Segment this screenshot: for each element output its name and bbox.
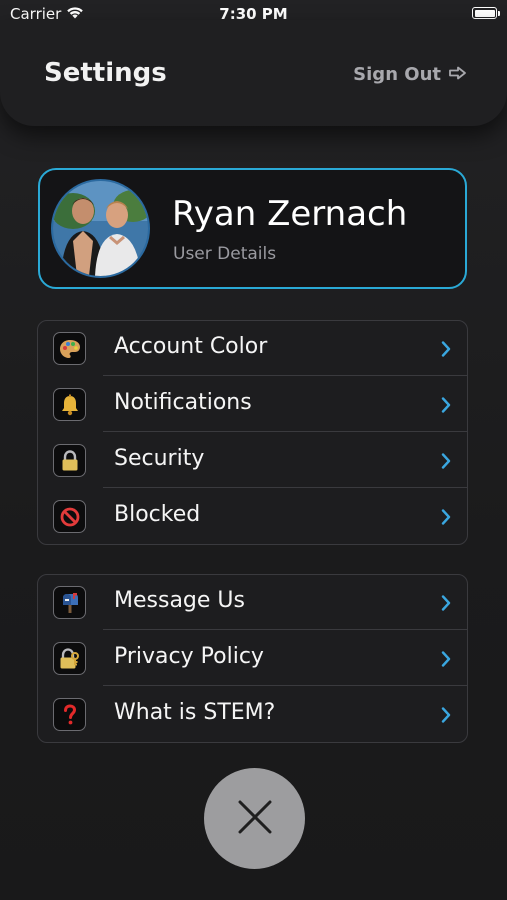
profile-subtitle: User Details <box>173 244 277 264</box>
chevron-right-icon <box>441 453 451 473</box>
settings-screen: Carrier 7:30 PM Settings Sign Out Ryan Z… <box>0 0 507 900</box>
header: Settings Sign Out <box>0 20 507 126</box>
row-divider <box>103 487 467 488</box>
row-account-color[interactable]: Account Color <box>38 321 467 376</box>
row-blocked[interactable]: Blocked <box>38 489 467 544</box>
chevron-right-icon <box>441 397 451 417</box>
row-privacy-policy[interactable]: Privacy Policy <box>38 631 467 686</box>
row-what-is-stem[interactable]: What is STEM? <box>38 687 467 742</box>
question-mark-icon <box>53 698 86 731</box>
close-icon <box>237 799 273 839</box>
chevron-right-icon <box>441 341 451 361</box>
row-divider <box>103 629 467 630</box>
lock-with-key-icon <box>53 642 86 675</box>
row-label-security: Security <box>114 446 205 471</box>
settings-group-info: Message Us Privacy Policy What is STEM? <box>37 574 468 743</box>
profile-name: Ryan Zernach <box>172 194 408 234</box>
row-message-us[interactable]: Message Us <box>38 575 467 630</box>
prohibited-icon <box>53 500 86 533</box>
row-divider <box>103 375 467 376</box>
sign-out-label: Sign Out <box>353 64 441 85</box>
chevron-right-icon <box>441 651 451 671</box>
page-title: Settings <box>44 58 167 88</box>
palette-icon <box>53 332 86 365</box>
bell-icon <box>53 388 86 421</box>
row-divider <box>103 431 467 432</box>
chevron-right-icon <box>441 509 451 529</box>
row-security[interactable]: Security <box>38 433 467 488</box>
lock-icon <box>53 444 86 477</box>
chevron-right-icon <box>441 595 451 615</box>
row-label-message-us: Message Us <box>114 588 245 613</box>
sign-out-button[interactable]: Sign Out <box>353 64 467 85</box>
row-divider <box>103 685 467 686</box>
settings-group-preferences: Account Color Notifications Security Blo… <box>37 320 468 545</box>
row-label-what-is-stem: What is STEM? <box>114 700 276 725</box>
avatar <box>51 179 150 278</box>
row-label-blocked: Blocked <box>114 502 201 527</box>
row-notifications[interactable]: Notifications <box>38 377 467 432</box>
row-label-privacy-policy: Privacy Policy <box>114 644 264 669</box>
row-label-notifications: Notifications <box>114 390 252 415</box>
battery-icon <box>472 7 500 19</box>
mailbox-icon <box>53 586 86 619</box>
user-details-card[interactable]: Ryan Zernach User Details <box>38 168 467 289</box>
chevron-right-icon <box>441 707 451 727</box>
sign-out-arrow-icon <box>449 64 467 85</box>
close-button[interactable] <box>204 768 305 869</box>
row-label-account-color: Account Color <box>114 334 268 359</box>
